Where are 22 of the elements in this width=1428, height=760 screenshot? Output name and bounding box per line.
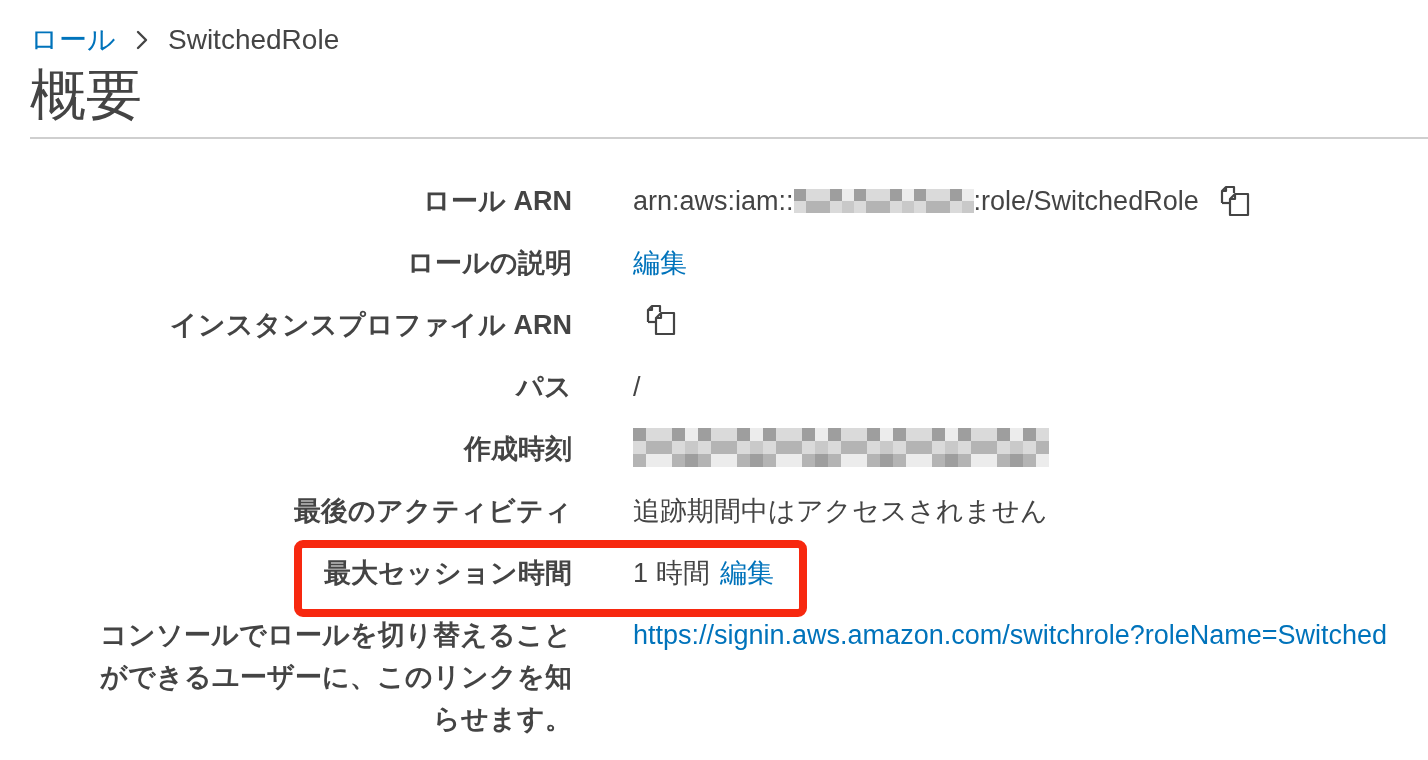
field-label: インスタンスプロファイル ARN	[170, 309, 572, 342]
field-label: パス	[516, 371, 572, 404]
field-label: 最後のアクティビティ	[294, 495, 572, 528]
page-title: 概要	[30, 63, 142, 127]
link[interactable]: 編集	[719, 552, 774, 594]
chevron-right-icon	[136, 30, 148, 50]
breadcrumb-current: SwitchedRole	[168, 23, 340, 57]
field-label: 作成時刻	[464, 433, 572, 466]
field-label: コンソールでロールを切り替えることができるユーザーに、このリンクを知らせます。	[99, 619, 572, 736]
copy-icon[interactable]	[645, 304, 677, 336]
link[interactable]: https://signin.aws.amazon.com/switchrole?roleName=Switched	[633, 614, 1388, 656]
link[interactable]: 編集	[633, 242, 687, 284]
value-text: /	[633, 371, 641, 404]
field-label: ロール ARN	[423, 185, 572, 218]
value-text: 追跡期間中はアクセスされません	[633, 495, 1048, 528]
field-label: 最大セッション時間	[324, 557, 572, 590]
value-text: 1 時間	[633, 557, 710, 590]
value-text: arn:aws:iam::	[633, 185, 794, 218]
value-text: :role/SwitchedRole	[973, 185, 1199, 218]
breadcrumb-link[interactable]: ロール	[30, 22, 116, 58]
field-label: ロールの説明	[407, 247, 572, 280]
copy-icon[interactable]	[1218, 185, 1251, 217]
